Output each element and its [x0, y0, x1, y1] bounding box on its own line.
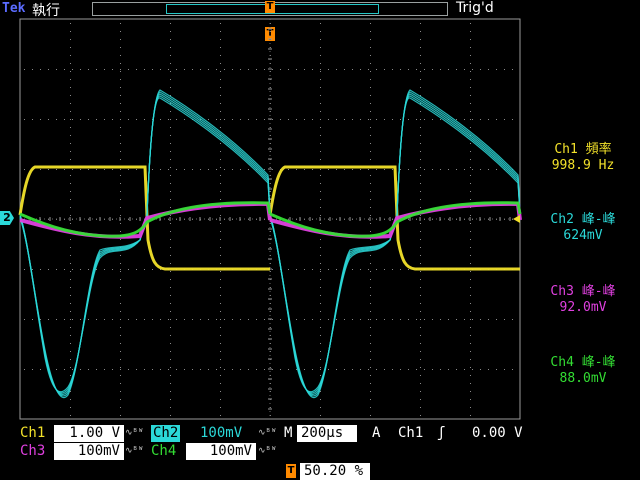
- ch2-trace: [269, 89, 521, 398]
- ch3-label[interactable]: Ch3: [20, 443, 45, 460]
- ch1-scale[interactable]: 1.00 V: [54, 425, 124, 442]
- measurement-ch1-frequency: Ch1 頻率 998.9 Hz: [526, 142, 640, 174]
- measurement-label: Ch1 頻率: [554, 142, 612, 157]
- ch2-label[interactable]: Ch2: [151, 425, 181, 442]
- trigger-mode: A: [372, 425, 381, 441]
- ch1-label[interactable]: Ch1: [20, 425, 45, 442]
- ch2-scale[interactable]: 100mV: [200, 425, 242, 442]
- measurement-ch4-peak-to-peak: Ch4 峰-峰 88.0mV: [526, 355, 640, 387]
- bandwidth-limit-icon: ∿ᴮᵂ: [258, 446, 277, 456]
- ch2-trace: [19, 89, 271, 398]
- ch2-trace: [269, 91, 521, 397]
- measurement-value: 624mV: [563, 228, 603, 243]
- measurement-ch3-peak-to-peak: Ch3 峰-峰 92.0mV: [526, 284, 640, 316]
- ch3-scale[interactable]: 100mV: [54, 443, 124, 460]
- trigger-position-value[interactable]: 50.20 %: [300, 463, 370, 480]
- ch2-trace: [19, 91, 271, 397]
- measurement-value: 92.0mV: [559, 300, 607, 315]
- measurement-value: 88.0mV: [559, 371, 607, 386]
- bandwidth-limit-icon: ∿ᴮᵂ: [125, 446, 144, 456]
- ch3-trace: [19, 201, 272, 239]
- measurement-label: Ch4 峰-峰: [550, 355, 616, 370]
- measurement-label: Ch3 峰-峰: [550, 284, 616, 299]
- ch2-trace: [19, 93, 271, 395]
- trigger-level-marker[interactable]: [513, 215, 520, 223]
- ch2-trace: [269, 93, 521, 395]
- ch4-scale[interactable]: 100mV: [186, 443, 256, 460]
- ch2-trace: [269, 95, 521, 394]
- trigger-position-icon: T: [286, 464, 296, 478]
- measurement-value: 998.9 Hz: [551, 158, 615, 173]
- ch3-trace: [269, 201, 522, 239]
- bandwidth-limit-icon: ∿ᴮᵂ: [125, 428, 144, 438]
- measurement-label: Ch2 峰-峰: [550, 212, 616, 227]
- timebase-value[interactable]: 200µs: [297, 425, 357, 442]
- measurement-ch2-peak-to-peak: Ch2 峰-峰 624mV: [526, 212, 640, 244]
- trigger-source[interactable]: Ch1: [398, 425, 423, 442]
- ch4-label[interactable]: Ch4: [151, 443, 176, 460]
- trigger-level[interactable]: 0.00 V: [472, 425, 523, 442]
- ch2-trace: [19, 95, 271, 394]
- bottom-status-bar: Ch1 1.00 V ∿ᴮᵂ Ch2 100mV ∿ᴮᵂ M 200µs A C…: [0, 425, 640, 480]
- rising-edge-icon: ʃ: [437, 425, 446, 441]
- bandwidth-limit-icon: ∿ᴮᵂ: [258, 428, 277, 438]
- timebase-label: M: [284, 425, 293, 441]
